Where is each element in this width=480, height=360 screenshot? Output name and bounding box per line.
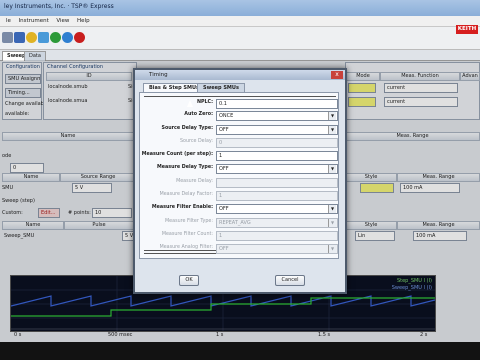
field-value-9: REPEAT_AVG [219, 220, 251, 226]
window-title: ley Instruments, Inc. · TSP® Express [4, 3, 114, 10]
field-value-7: 1 [219, 193, 223, 199]
field-label-2: Source Delay Type: [161, 126, 214, 131]
close-icon[interactable]: x [331, 71, 343, 79]
instrument-icon[interactable] [38, 32, 49, 43]
brand-logo: KEITH [456, 25, 478, 34]
field-row-11: Measure Analog Filter: OFF ▼ [140, 244, 338, 254]
field-label-10: Measure Filter Count: [161, 232, 213, 237]
field-input-10: 1 [216, 231, 338, 241]
title-bar: ley Instruments, Inc. · TSP® Express [0, 0, 480, 16]
separator-top [144, 96, 336, 97]
field-label-8: Measure Filter Enable: [151, 205, 213, 210]
field-value-4: 1 [219, 153, 223, 159]
field-row-4: Measure Count (per step): 1 [140, 151, 338, 161]
field-input-5[interactable]: OFF ▼ [216, 164, 338, 174]
field-value-0: 0.1 [219, 101, 227, 107]
field-row-2: Source Delay Type: OFF ▼ [140, 125, 338, 135]
field-value-3: 0 [219, 140, 223, 146]
field-row-9: Measure Filter Type: REPEAT_AVG ▼ [140, 218, 338, 228]
field-value-1: ONCE [219, 113, 234, 119]
dialog-title-bar: Timing x [135, 70, 345, 80]
field-label-3: Source Delay: [179, 139, 213, 144]
dropdown-arrow-icon: ▼ [328, 219, 336, 227]
stop-icon[interactable] [74, 32, 85, 43]
field-input-8[interactable]: OFF ▼ [216, 204, 338, 214]
field-input-6 [216, 178, 338, 188]
taskbar [0, 342, 480, 360]
field-label-11: Measure Analog Filter: [159, 245, 213, 250]
ok-button[interactable]: OK [179, 275, 199, 286]
mouse-cursor [187, 100, 193, 107]
field-input-2[interactable]: OFF ▼ [216, 125, 338, 135]
dropdown-arrow-icon[interactable]: ▼ [328, 112, 336, 120]
field-input-9: REPEAT_AVG ▼ [216, 218, 338, 228]
menu-instrument[interactable]: Instrument [19, 16, 49, 26]
dropdown-arrow-icon[interactable]: ▼ [328, 205, 336, 213]
field-input-11: OFF ▼ [216, 244, 338, 254]
field-input-0[interactable]: 0.1 [216, 99, 338, 109]
toolbar [0, 27, 480, 50]
field-label-4: Measure Count (per step): [141, 152, 213, 157]
field-row-7: Measure Delay Factor: 1 [140, 191, 338, 201]
open-icon[interactable] [2, 32, 13, 43]
dropdown-arrow-icon[interactable]: ▼ [328, 165, 336, 173]
dropdown-arrow-icon: ▼ [328, 245, 336, 253]
field-label-9: Measure Filter Type: [165, 219, 213, 224]
run-icon[interactable] [50, 32, 61, 43]
field-label-1: Auto Zero: [184, 112, 213, 117]
field-label-5: Measure Delay Type: [156, 165, 213, 170]
field-label-6: Measure Delay: [176, 179, 213, 184]
field-value-2: OFF [219, 127, 229, 133]
field-row-0: NPLC: 0.1 [140, 99, 338, 109]
field-input-1[interactable]: ONCE ▼ [216, 111, 338, 121]
cancel-button[interactable]: Cancel [275, 275, 305, 286]
field-row-1: Auto Zero: ONCE ▼ [140, 111, 338, 121]
menu-help[interactable]: Help [77, 16, 90, 26]
field-row-5: Measure Delay Type: OFF ▼ [140, 164, 338, 174]
field-row-8: Measure Filter Enable: OFF ▼ [140, 204, 338, 214]
field-input-7: 1 [216, 191, 338, 201]
field-value-10: 1 [219, 233, 223, 239]
refresh-icon[interactable] [62, 32, 73, 43]
menu-file[interactable]: le [6, 16, 11, 26]
menu-bar: le Instrument View Help [0, 16, 480, 27]
lightbulb-icon[interactable] [26, 32, 37, 43]
save-icon[interactable] [14, 32, 25, 43]
field-row-3: Source Delay: 0 [140, 138, 338, 148]
field-input-4[interactable]: 1 [216, 151, 338, 161]
menu-view[interactable]: View [56, 16, 69, 26]
dialog-title: Timing [149, 72, 168, 78]
field-row-10: Measure Filter Count: 1 [140, 231, 338, 241]
field-row-6: Measure Delay: [140, 178, 338, 188]
field-value-11: OFF [219, 246, 229, 252]
timing-form: NPLC: 0.1 Auto Zero: ONCE ▼ Source Delay Type… [139, 92, 339, 259]
field-input-3: 0 [216, 138, 338, 148]
timing-dialog: Timing x Bias & Step SMUs Sweep SMUs NPL… [133, 68, 347, 294]
field-value-8: OFF [219, 206, 229, 212]
field-value-5: OFF [219, 166, 229, 172]
field-label-7: Measure Delay Factor: [159, 192, 213, 197]
field-label-0: NPLC: [196, 100, 213, 105]
dropdown-arrow-icon[interactable]: ▼ [328, 126, 336, 134]
